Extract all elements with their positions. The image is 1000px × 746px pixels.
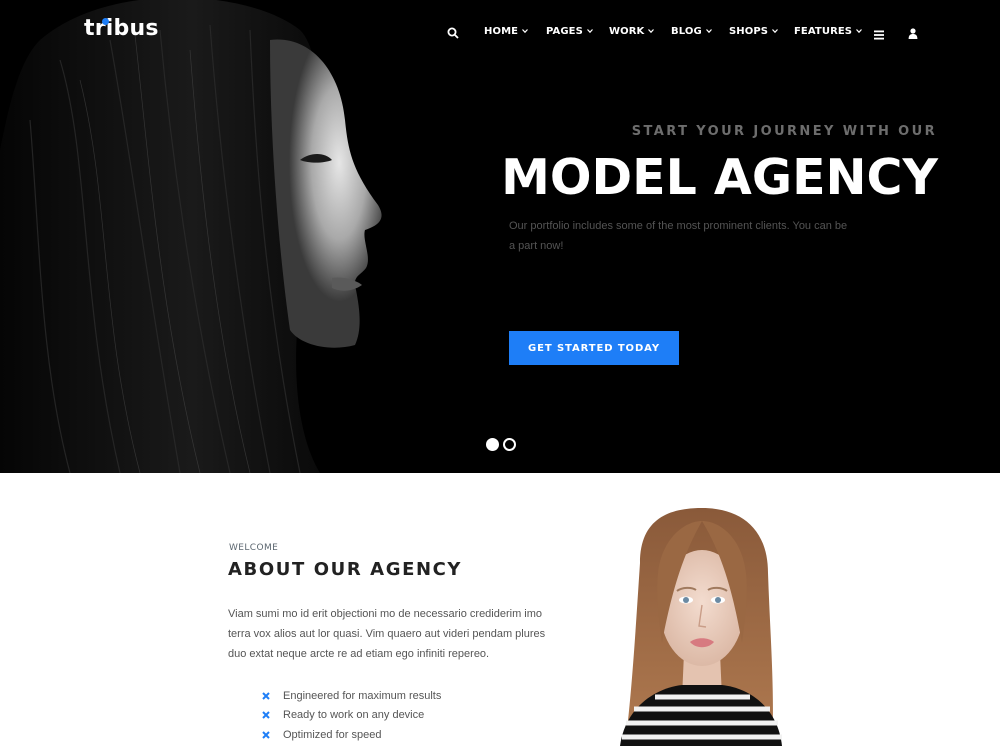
- nav-item-blog[interactable]: BLOG: [671, 26, 712, 37]
- feature-label: Engineered for maximum results: [283, 689, 442, 702]
- feature-item: Engineered for maximum results: [262, 686, 441, 706]
- nav-item-label: HOME: [484, 26, 519, 37]
- nav-item-pages[interactable]: PAGES: [546, 26, 593, 37]
- about-section: WELCOME ABOUT OUR AGENCY Viam sumi mo id…: [0, 473, 1000, 746]
- hamburger-icon[interactable]: [874, 27, 884, 40]
- get-started-button[interactable]: GET STARTED TODAY: [509, 331, 679, 365]
- chevron-down-icon: [705, 28, 712, 34]
- feature-item: Ready to work on any device: [262, 706, 441, 726]
- chevron-down-icon: [648, 28, 655, 34]
- feature-label: Optimized for speed: [283, 728, 382, 741]
- cross-icon: [262, 711, 270, 719]
- search-icon[interactable]: [447, 26, 459, 39]
- cross-icon: [262, 731, 270, 739]
- nav-item-home[interactable]: HOME: [484, 26, 529, 37]
- feature-label: Ready to work on any device: [283, 709, 425, 722]
- logo-dot-icon: [102, 18, 109, 25]
- hero-title: MODEL AGENCY: [501, 149, 938, 206]
- top-navbar: tribus HOME PAGES WORK BLOG SHOPS FEATUR…: [0, 0, 1000, 64]
- hero-description: Our portfolio includes some of the most …: [509, 220, 848, 252]
- chevron-down-icon: [856, 28, 863, 34]
- feature-list: Engineered for maximum results Ready to …: [262, 686, 441, 745]
- feature-item: Optimized for speed: [262, 725, 441, 745]
- chevron-down-icon: [586, 28, 593, 34]
- nav-item-shops[interactable]: SHOPS: [729, 26, 779, 37]
- about-model-photo: [600, 503, 800, 746]
- about-paragraph: Viam sumi mo id erit objectioni mo de ne…: [228, 608, 546, 660]
- cross-icon: [262, 692, 270, 700]
- user-icon[interactable]: [908, 26, 918, 39]
- hero-model-photo: [0, 0, 470, 473]
- slider-dot-2[interactable]: [503, 438, 516, 451]
- nav-item-label: SHOPS: [729, 26, 769, 37]
- hero-slider: tribus HOME PAGES WORK BLOG SHOPS FEATUR…: [0, 0, 1000, 473]
- brand-logo[interactable]: tribus: [84, 16, 159, 41]
- nav-item-label: FEATURES: [794, 26, 853, 37]
- chevron-down-icon: [772, 28, 779, 34]
- slider-pagination: [486, 438, 516, 451]
- section-eyebrow: WELCOME: [229, 543, 279, 553]
- nav-item-label: WORK: [609, 26, 645, 37]
- nav-item-label: PAGES: [546, 26, 583, 37]
- nav-item-features[interactable]: FEATURES: [794, 26, 863, 37]
- chevron-down-icon: [522, 28, 529, 34]
- hero-subtitle: START YOUR JOURNEY WITH OUR: [631, 124, 937, 139]
- section-title: ABOUT OUR AGENCY: [228, 559, 463, 580]
- nav-item-work[interactable]: WORK: [609, 26, 655, 37]
- nav-item-label: BLOG: [671, 26, 702, 37]
- slider-dot-1[interactable]: [486, 438, 499, 451]
